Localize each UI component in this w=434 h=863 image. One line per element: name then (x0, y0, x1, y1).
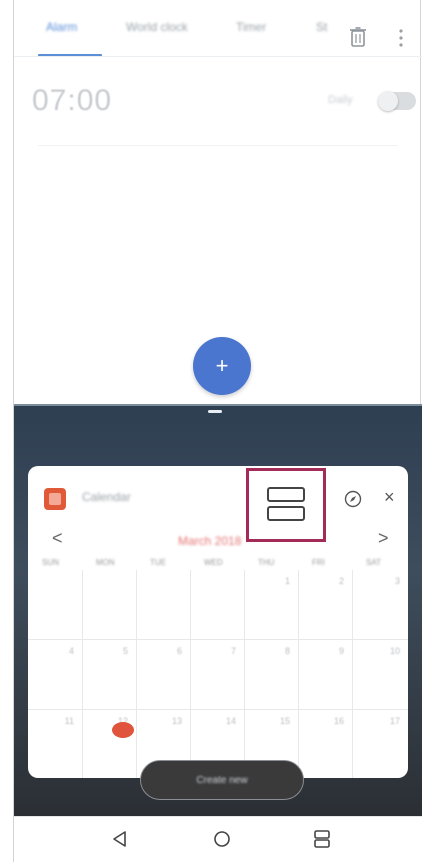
create-event-label: Create new (196, 774, 248, 786)
recent-apps-icon[interactable] (312, 829, 332, 849)
alarm-time: 07:00 (32, 84, 113, 117)
day-cell[interactable] (137, 570, 191, 640)
day-number: 10 (389, 646, 400, 656)
tab-world-clock[interactable]: World clock (126, 20, 188, 38)
day-cell[interactable] (191, 570, 245, 640)
system-nav-bar (14, 816, 422, 863)
calendar-app-name: Calendar (82, 490, 131, 504)
day-number: 14 (225, 716, 236, 726)
day-cell[interactable] (83, 570, 137, 640)
close-icon[interactable]: × (384, 488, 395, 506)
tab-timer[interactable]: Timer (236, 20, 266, 38)
day-cell[interactable]: 8 (245, 640, 299, 710)
alarm-toggle-switch[interactable] (378, 91, 416, 111)
split-screen-bottom: Calendar × < March 2018 > SUN MON TUE WE… (14, 404, 422, 816)
trash-icon[interactable] (349, 26, 367, 48)
home-icon[interactable] (212, 829, 232, 849)
split-drag-handle[interactable] (208, 410, 222, 413)
tab-divider (14, 56, 422, 57)
previous-month-button[interactable]: < (52, 528, 63, 549)
toggle-knob (378, 91, 398, 111)
calendar-window: Calendar × < March 2018 > SUN MON TUE WE… (28, 466, 408, 778)
day-number: 5 (122, 646, 128, 656)
weekday-label: WED (204, 558, 223, 567)
back-icon[interactable] (110, 829, 130, 849)
clock-tab-bar: Alarm World clock Timer St (14, 10, 422, 57)
day-number: 3 (394, 576, 400, 586)
alarm-item[interactable]: 07:00 Daily (32, 80, 416, 128)
add-alarm-button[interactable]: + (193, 337, 251, 395)
day-number: 17 (389, 716, 400, 726)
month-title[interactable]: March 2018 (178, 534, 241, 548)
tab-stopwatch[interactable]: St (316, 20, 327, 38)
calendar-grid: 1 2 3 4 5 6 7 8 9 10 11 12 13 14 15 16 1… (28, 570, 408, 778)
day-cell[interactable]: 2 (299, 570, 353, 640)
alarm-divider (38, 145, 398, 146)
day-number: 11 (64, 716, 74, 726)
day-number: 1 (284, 576, 290, 586)
split-view-button[interactable] (246, 468, 326, 542)
day-cell[interactable] (28, 570, 83, 640)
more-icon[interactable] (398, 28, 404, 48)
day-cell[interactable]: 3 (353, 570, 408, 640)
day-cell[interactable]: 5 (83, 640, 137, 710)
weekday-label: FRI (312, 558, 325, 567)
day-cell[interactable]: 12 (83, 710, 137, 778)
today-marker[interactable] (112, 722, 134, 738)
day-number: 2 (338, 576, 344, 586)
weekday-label: TUE (150, 558, 166, 567)
day-number: 16 (333, 716, 344, 726)
create-event-button[interactable]: Create new (140, 760, 304, 800)
weekday-label: SUN (42, 558, 59, 567)
weekday-label: THU (258, 558, 275, 567)
calendar-app-icon (44, 488, 66, 510)
day-number: 7 (230, 646, 236, 656)
split-view-icon (267, 487, 305, 502)
phone-screen: Alarm World clock Timer St 07:00 Daily + (13, 0, 422, 863)
tab-alarm[interactable]: Alarm (46, 20, 77, 38)
day-cell[interactable]: 17 (353, 710, 408, 778)
split-divider[interactable] (14, 404, 422, 406)
day-number: 9 (338, 646, 344, 656)
weekday-label: SAT (366, 558, 381, 567)
day-cell[interactable]: 16 (299, 710, 353, 778)
split-view-icon-lower (267, 506, 305, 521)
day-cell[interactable]: 11 (28, 710, 83, 778)
day-cell[interactable]: 1 (245, 570, 299, 640)
compass-icon[interactable] (344, 490, 362, 508)
day-cell[interactable]: 6 (137, 640, 191, 710)
day-cell[interactable]: 9 (299, 640, 353, 710)
day-number: 6 (176, 646, 182, 656)
day-number: 8 (284, 646, 290, 656)
day-cell[interactable]: 4 (28, 640, 83, 710)
day-cell[interactable]: 7 (191, 640, 245, 710)
weekday-label: MON (96, 558, 115, 567)
weekday-header: SUN MON TUE WED THU FRI SAT (28, 558, 408, 568)
day-number: 13 (171, 716, 182, 726)
alarm-repeat-days: Daily (328, 94, 353, 106)
day-cell[interactable]: 10 (353, 640, 408, 710)
plus-icon: + (215, 353, 229, 378)
day-number: 15 (279, 716, 290, 726)
next-month-button[interactable]: > (378, 528, 389, 549)
day-number: 4 (68, 646, 74, 656)
